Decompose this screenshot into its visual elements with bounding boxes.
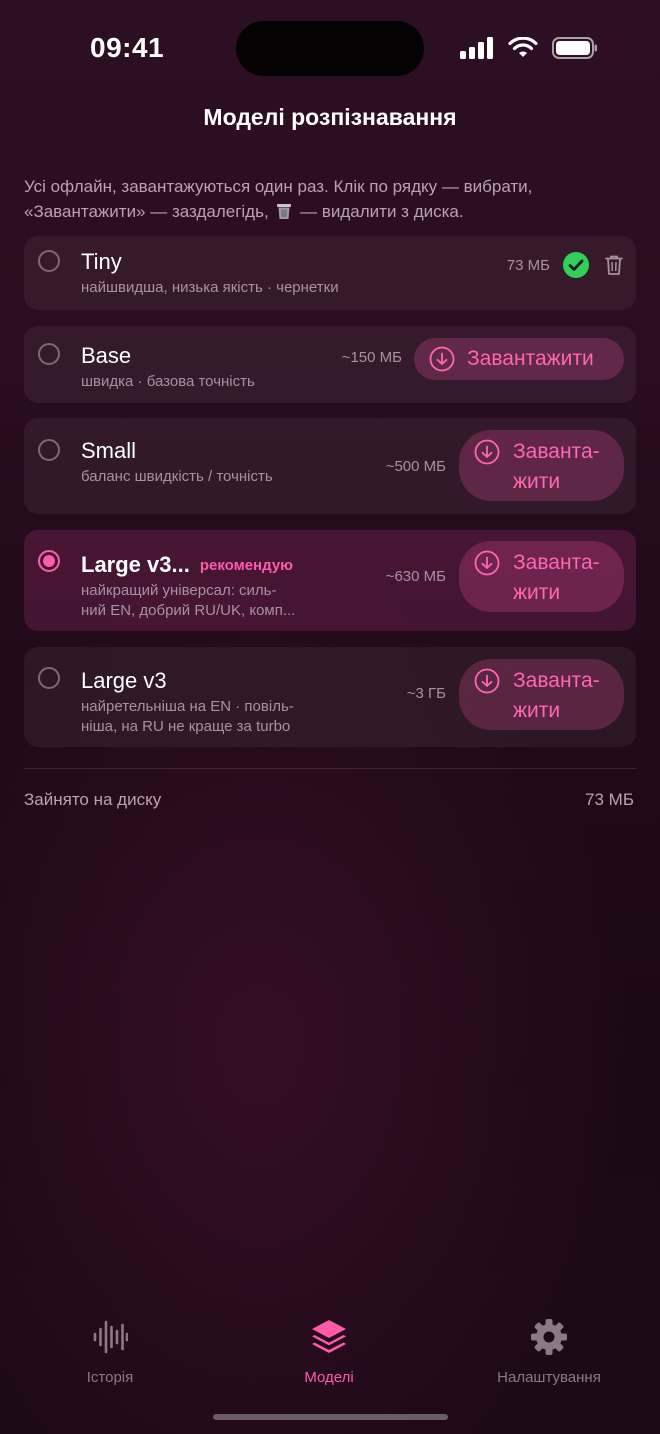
model-radio-large-v3[interactable]	[38, 667, 60, 689]
waveform-icon	[93, 1320, 129, 1354]
model-radio-tiny[interactable]	[38, 250, 60, 272]
model-description-line2: ніша, на RU не краще за turbo	[81, 718, 291, 735]
downloaded-check-icon	[563, 252, 589, 278]
download-button-label-line1: Заванта-	[513, 669, 600, 692]
model-description-line1: найретельніша на EN · повіль-	[81, 698, 294, 715]
hint-text: Усі офлайн, завантажуються один раз. Клі…	[24, 174, 636, 224]
tab-settings[interactable]: Налаштування	[469, 1318, 629, 1386]
model-row-large-v3[interactable]: Large v3 найретельніша на EN · повіль- н…	[24, 647, 636, 747]
download-button-label-line1: Заванта-	[513, 551, 600, 574]
model-description: баланс швидкість / точність	[81, 468, 273, 485]
status-time: 09:41	[90, 32, 165, 63]
download-button-label-line2: жити	[513, 470, 561, 493]
download-icon	[429, 346, 455, 372]
model-name: Large v3... рекомендую	[81, 552, 293, 578]
dynamic-island	[236, 21, 424, 76]
download-button-label-line1: Заванта-	[513, 440, 600, 463]
model-name: Small	[81, 438, 137, 463]
model-description: найшвидша, низька якість · чернетки	[81, 279, 339, 296]
download-button-label: Завантажити	[467, 347, 594, 370]
model-name-text: Large v3...	[81, 552, 190, 577]
model-name: Tiny	[81, 249, 122, 274]
divider	[24, 768, 636, 769]
download-button-label-line2: жити	[513, 581, 561, 604]
model-size: ~500 МБ	[385, 458, 446, 475]
tab-label: Налаштування	[497, 1369, 601, 1386]
gear-icon	[531, 1319, 567, 1355]
model-radio-base[interactable]	[38, 343, 60, 365]
model-row-large-v3-turbo[interactable]: Large v3... рекомендую найкращий універса…	[24, 530, 636, 631]
model-name: Base	[81, 343, 132, 368]
disk-usage-value: 73 МБ	[585, 790, 634, 809]
model-description-line1: найкращий універсал: силь-	[81, 582, 277, 599]
model-size: ~3 ГБ	[406, 685, 446, 702]
tab-history[interactable]: Історія	[30, 1318, 190, 1386]
download-icon	[474, 439, 500, 465]
tab-label: Історія	[86, 1369, 134, 1386]
model-size: 73 МБ	[506, 257, 550, 274]
home-indicator	[213, 1414, 448, 1420]
tab-models[interactable]: Моделі	[249, 1318, 409, 1386]
recommended-badge: рекомендую	[199, 557, 293, 574]
download-button-large-v3[interactable]: Заванта- жити	[459, 659, 624, 730]
model-name: Large v3	[81, 668, 167, 693]
model-radio-large-v3-turbo[interactable]	[38, 550, 60, 572]
page-title: Моделі розпізнавання	[203, 104, 457, 130]
status-bar: 09:41	[0, 0, 660, 96]
model-radio-small[interactable]	[38, 439, 60, 461]
model-row-small[interactable]: Small баланс швидкість / точність ~500 М…	[24, 418, 636, 514]
battery-icon	[552, 37, 597, 59]
model-size: ~630 МБ	[385, 568, 446, 585]
model-row-tiny[interactable]: Tiny найшвидша, низька якість · чернетки…	[24, 236, 636, 310]
tab-label: Моделі	[304, 1369, 354, 1386]
hint-text-part2: — видалити з диска.	[300, 202, 464, 221]
wifi-icon	[508, 37, 538, 57]
model-size: ~150 МБ	[341, 349, 402, 366]
download-button-large-v3-turbo[interactable]: Заванта- жити	[459, 541, 624, 612]
wastebasket-icon	[277, 204, 292, 219]
model-description: швидка · базова точність	[81, 373, 255, 390]
model-row-base[interactable]: Base швидка · базова точність ~150 МБ За…	[24, 326, 636, 403]
disk-usage-label: Зайнято на диску	[24, 790, 162, 809]
model-description-line2: ний EN, добрий RU/UK, комп...	[81, 602, 296, 619]
layers-icon	[312, 1320, 346, 1353]
cellular-signal-icon	[460, 37, 493, 59]
delete-trash-icon[interactable]	[604, 254, 624, 276]
download-icon	[474, 550, 500, 576]
download-button-small[interactable]: Заванта- жити	[459, 430, 624, 501]
download-button-base[interactable]: Завантажити	[414, 338, 624, 380]
status-icons	[460, 37, 598, 59]
download-button-label-line2: жити	[513, 699, 561, 722]
download-icon	[474, 668, 500, 694]
